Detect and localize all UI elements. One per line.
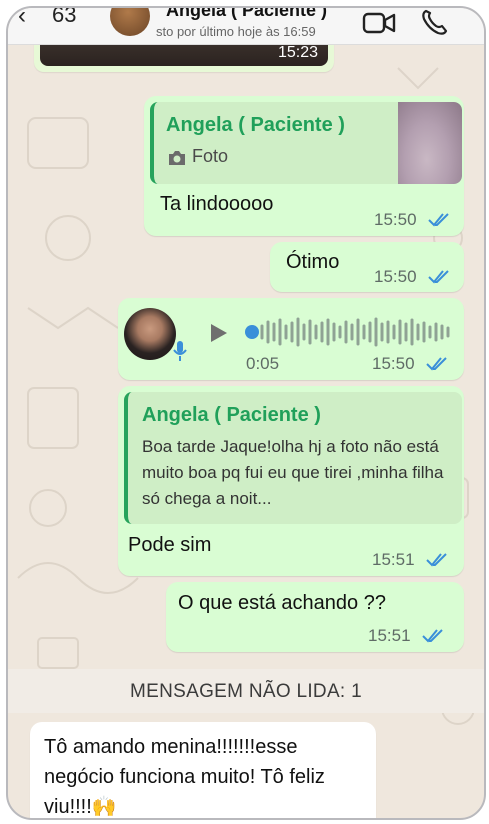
message-time: 15:23 xyxy=(277,44,318,61)
message-text: Pode sim xyxy=(128,534,212,556)
double-check-read-icon xyxy=(426,357,447,371)
chevron-left-icon[interactable]: ‹ xyxy=(18,8,26,30)
quote-type-label: Foto xyxy=(192,146,229,166)
outgoing-message[interactable]: O que está achando ?? 15:51 xyxy=(166,582,464,652)
sender-avatar xyxy=(124,308,176,360)
quote-thumbnail xyxy=(398,102,462,184)
message-text: O que está achando ?? xyxy=(178,592,386,614)
outgoing-message[interactable]: Angela ( Paciente ) Foto Ta lindooooo 15… xyxy=(144,96,464,236)
double-check-read-icon xyxy=(428,213,449,227)
quote-author: Angela ( Paciente ) xyxy=(166,114,345,136)
message-time: 15:50 xyxy=(372,354,415,373)
phone-frame: ‹ 63 Angela ( Paciente ) sto por último … xyxy=(6,6,486,820)
message-text: Tô amando menina!!!!!!!esse negócio func… xyxy=(44,736,325,818)
double-check-read-icon xyxy=(428,270,449,284)
unread-divider: MENSAGEM NÃO LIDA: 1 xyxy=(8,669,484,713)
unread-count[interactable]: 63 xyxy=(52,8,76,28)
incoming-message[interactable]: Tô amando menina!!!!!!!esse negócio func… xyxy=(30,722,376,818)
unread-divider-label: MENSAGEM NÃO LIDA: 1 xyxy=(130,681,362,702)
message-time: 15:51 xyxy=(372,550,415,569)
quoted-message[interactable]: Angela ( Paciente ) Foto xyxy=(150,102,462,184)
message-text: Ta lindooooo xyxy=(160,193,274,215)
microphone-icon xyxy=(173,341,187,361)
message-text: Ótimo xyxy=(286,251,340,273)
message-time: 15:51 xyxy=(368,626,411,645)
contact-name[interactable]: Angela ( Paciente ) xyxy=(166,8,327,21)
quoted-message[interactable]: Angela ( Paciente ) Boa tarde Jaque!olha… xyxy=(124,392,462,524)
camera-icon xyxy=(169,151,185,165)
voice-duration: 0:05 xyxy=(246,354,280,373)
double-check-read-icon xyxy=(426,553,447,567)
video-call-icon[interactable] xyxy=(362,10,396,36)
last-seen-status: sto por último hoje às 16:59 xyxy=(156,24,316,39)
quote-text: Boa tarde Jaque!olha hj a foto não está … xyxy=(142,437,444,508)
outgoing-message[interactable]: Ótimo 15:50 xyxy=(270,242,464,292)
message-time: 15:50 xyxy=(374,210,417,229)
chat-header: ‹ 63 Angela ( Paciente ) sto por último … xyxy=(8,8,484,45)
audio-waveform[interactable] xyxy=(244,314,454,350)
double-check-read-icon xyxy=(422,629,443,643)
play-icon[interactable] xyxy=(208,322,230,344)
phone-call-icon[interactable] xyxy=(420,8,450,36)
outgoing-message[interactable]: Angela ( Paciente ) Boa tarde Jaque!olha… xyxy=(118,386,464,576)
avatar[interactable] xyxy=(110,8,150,36)
voice-message[interactable]: 0:05 15:50 xyxy=(118,298,464,380)
message-time: 15:50 xyxy=(374,267,417,286)
quote-author: Angela ( Paciente ) xyxy=(142,404,321,426)
